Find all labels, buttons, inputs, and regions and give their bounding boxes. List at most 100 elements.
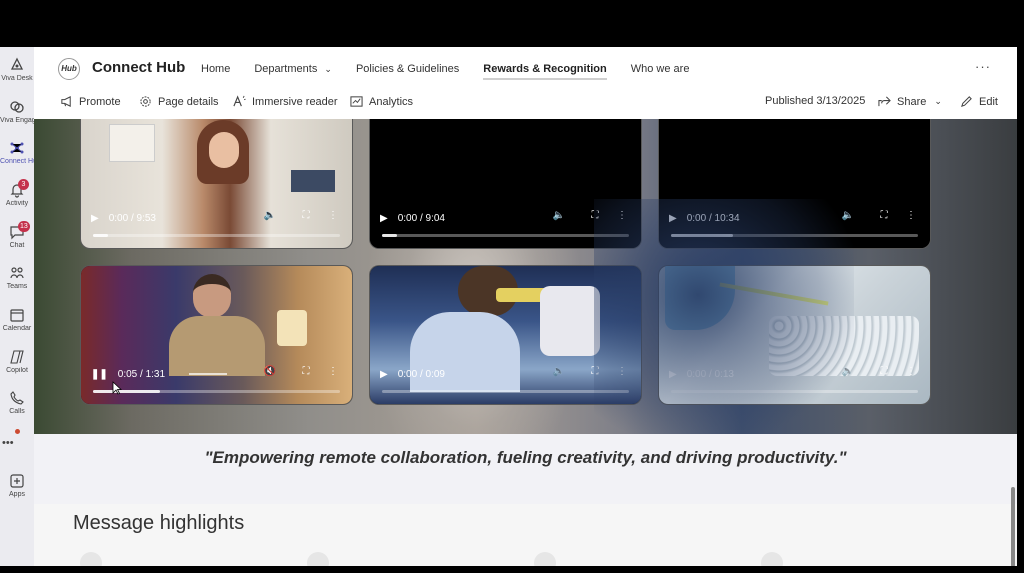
calendar-icon: [10, 309, 24, 322]
play-icon[interactable]: ▶: [669, 369, 677, 380]
rail-item-viva-engage[interactable]: Viva Engage: [0, 99, 34, 124]
page-details-button[interactable]: Page details: [139, 95, 219, 108]
video-progress-bar[interactable]: [93, 234, 340, 237]
laptop-shape: [291, 170, 335, 192]
video-progress-fill: [93, 390, 160, 393]
edit-label: Edit: [979, 95, 998, 108]
rail-item-calls[interactable]: Calls: [0, 390, 34, 415]
page-scrollbar[interactable]: [1011, 487, 1015, 566]
viva-engage-icon: [10, 101, 24, 113]
nav-who-we-are[interactable]: Who we are: [631, 63, 690, 75]
share-button[interactable]: Share ⌄: [878, 95, 942, 108]
fullscreen-icon[interactable]: ⛶: [866, 366, 902, 377]
rail-item-viva-desk[interactable]: Viva Desk: [0, 57, 34, 82]
more-vertical-icon[interactable]: ⋮: [324, 366, 342, 377]
play-icon[interactable]: ▶: [380, 369, 388, 380]
rail-item-calendar[interactable]: Calendar: [0, 307, 34, 332]
more-vertical-icon[interactable]: ⋮: [902, 366, 920, 377]
rail-item-copilot[interactable]: Copilot: [0, 349, 34, 374]
rail-more-button[interactable]: •••: [0, 437, 34, 449]
volume-icon[interactable]: 🔈: [541, 210, 577, 221]
app-frame: Viva Desk Viva Engage Connect Hub 3 Acti…: [0, 47, 1017, 566]
video-progress-bar[interactable]: [93, 390, 340, 393]
volume-icon[interactable]: 🔈: [541, 366, 577, 377]
play-icon[interactable]: ▶: [380, 213, 388, 224]
video-progress-fill: [671, 234, 733, 237]
nav-departments[interactable]: Departments ⌄: [254, 63, 332, 75]
nav-policies[interactable]: Policies & Guidelines: [356, 63, 459, 75]
volume-icon[interactable]: 🔈: [830, 210, 866, 221]
video-player-1[interactable]: ▶ 0:00 / 9:53 🔈 ⛶ ⋮: [80, 119, 353, 249]
gloved-hand: [665, 266, 735, 330]
rail-item-connect-hub[interactable]: Connect Hub: [0, 140, 34, 165]
video-progress-bar[interactable]: [382, 234, 629, 237]
chevron-down-icon: ⌄: [934, 96, 942, 106]
more-vertical-icon[interactable]: ⋮: [324, 210, 342, 221]
video-player-5[interactable]: ▶ 0:00 / 0:09 🔈 ⛶ ⋮: [369, 265, 642, 405]
pause-icon[interactable]: ❚❚: [91, 369, 108, 380]
promote-button[interactable]: Promote: [60, 95, 121, 108]
video-time: 0:00 / 9:04: [397, 212, 445, 224]
video-progress-bar[interactable]: [671, 234, 918, 237]
command-bar: Promote Page details Immersive reader An…: [34, 95, 1017, 117]
highlight-icon: [80, 552, 102, 566]
fullscreen-icon[interactable]: ⛶: [577, 366, 613, 377]
video-player-2[interactable]: ▶ 0:00 / 9:04 🔈 ⛶ ⋮: [369, 119, 642, 249]
highlight-icon: [307, 552, 329, 566]
video-controls: ▶ 0:00 / 9:04 🔈 ⛶ ⋮: [370, 200, 641, 248]
microscope-shape: [540, 286, 600, 356]
fullscreen-icon[interactable]: ⛶: [577, 210, 613, 221]
rail-item-apps[interactable]: Apps: [0, 473, 34, 498]
gear-icon: [140, 96, 151, 107]
video-progress-fill: [382, 234, 397, 237]
analytics-button[interactable]: Analytics: [350, 95, 413, 108]
pipette-tip: [719, 282, 829, 306]
video-hero-section: ▶ 0:00 / 9:53 🔈 ⛶ ⋮ ▶ 0:00 / 9:04 🔈 ⛶ ⋮ …: [34, 119, 1017, 434]
more-vertical-icon[interactable]: ⋮: [613, 366, 631, 377]
muted-icon[interactable]: 🔇: [252, 366, 288, 377]
model-driven-apps-sign: [109, 124, 155, 162]
more-vertical-icon[interactable]: ⋮: [902, 210, 920, 221]
rail-item-teams[interactable]: Teams: [0, 265, 34, 290]
megaphone-icon: [61, 96, 71, 107]
quote-text: "Empowering remote collaboration, fuelin…: [204, 448, 847, 467]
edit-button[interactable]: Edit: [960, 95, 998, 108]
immersive-reader-label: Immersive reader: [252, 95, 338, 108]
volume-icon[interactable]: 🔈: [252, 210, 288, 221]
nav-home[interactable]: Home: [201, 63, 230, 75]
pencil-icon: [961, 96, 972, 107]
nav-rewards[interactable]: Rewards & Recognition: [483, 63, 608, 80]
video-progress-bar[interactable]: [382, 390, 629, 393]
message-highlights-title: Message highlights: [73, 512, 245, 534]
analytics-label: Analytics: [369, 95, 414, 108]
highlight-icon: [761, 552, 783, 566]
highlight-icon: [534, 552, 556, 566]
video-progress-bar[interactable]: [671, 390, 918, 393]
video-progress-fill: [93, 234, 108, 237]
activity-badge: 3: [18, 179, 29, 190]
share-label: Share: [897, 95, 927, 108]
video-player-3[interactable]: ▶ 0:00 / 10:34 🔈 ⛶ ⋮: [658, 119, 931, 249]
play-icon[interactable]: ▶: [669, 213, 677, 224]
video-time: 0:00 / 10:34: [686, 212, 740, 224]
fullscreen-icon[interactable]: ⛶: [288, 366, 324, 377]
rail-item-chat[interactable]: 13 Chat: [0, 221, 34, 249]
immersive-reader-button[interactable]: Immersive reader: [233, 95, 338, 108]
immersive-reader-icon: [233, 95, 246, 107]
fullscreen-icon[interactable]: ⛶: [866, 210, 902, 221]
analytics-icon: [350, 96, 363, 107]
more-options-button[interactable]: ···: [975, 59, 991, 74]
site-title[interactable]: Connect Hub: [92, 59, 185, 76]
rail-item-activity[interactable]: 3 Activity: [0, 179, 34, 207]
site-logo[interactable]: Hub: [58, 58, 80, 80]
fullscreen-icon[interactable]: ⛶: [288, 210, 324, 221]
volume-icon[interactable]: 🔈: [830, 366, 866, 377]
promote-label: Promote: [79, 95, 121, 108]
mouse-cursor-icon: [112, 381, 122, 395]
play-icon[interactable]: ▶: [91, 213, 99, 224]
volume-slider[interactable]: [189, 373, 228, 375]
message-highlights-section: Message highlights: [34, 504, 1017, 566]
video-player-6[interactable]: ▶ 0:00 / 0:13 🔈 ⛶ ⋮: [658, 265, 931, 405]
more-vertical-icon[interactable]: ⋮: [613, 210, 631, 221]
app-rail: Viva Desk Viva Engage Connect Hub 3 Acti…: [0, 47, 34, 566]
